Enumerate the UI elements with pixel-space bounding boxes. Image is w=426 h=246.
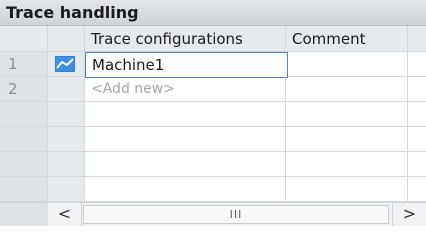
column-header-comment[interactable]: Comment bbox=[286, 26, 408, 52]
column-header-trace-configurations[interactable]: Trace configurations bbox=[85, 26, 286, 52]
filler-cell bbox=[408, 177, 426, 202]
grip-icon: III bbox=[229, 208, 243, 221]
trace-name-cell[interactable]: Machine1 bbox=[85, 52, 288, 78]
empty-cell bbox=[286, 152, 408, 177]
scrollbar-gutter bbox=[0, 202, 48, 226]
empty-row-header bbox=[0, 127, 48, 152]
row-icon-cell[interactable] bbox=[48, 52, 85, 77]
column-header-filler bbox=[408, 26, 426, 52]
filler-cell bbox=[408, 127, 426, 152]
comment-cell[interactable] bbox=[288, 52, 408, 77]
empty-cell bbox=[85, 102, 286, 127]
empty-cell bbox=[85, 177, 286, 202]
chevron-right-icon: > bbox=[402, 204, 417, 223]
trace-chart-icon bbox=[55, 56, 75, 72]
scroll-left-button[interactable]: < bbox=[48, 203, 82, 226]
panel-title-bar: Trace handling bbox=[0, 0, 426, 26]
comment-cell[interactable] bbox=[286, 77, 408, 102]
horizontal-scrollbar[interactable]: < III > bbox=[48, 202, 426, 226]
scrollbar-thumb[interactable]: III bbox=[83, 205, 389, 224]
empty-cell bbox=[85, 127, 286, 152]
empty-cell bbox=[286, 127, 408, 152]
row-icon-cell bbox=[48, 77, 85, 102]
trace-table: Trace configurations Comment 1 Machine1 … bbox=[0, 26, 426, 202]
empty-cell bbox=[85, 152, 286, 177]
empty-icon-cell bbox=[48, 177, 85, 202]
empty-row-header bbox=[0, 177, 48, 202]
filler-cell bbox=[408, 52, 426, 77]
corner-header bbox=[0, 26, 48, 52]
filler-cell bbox=[408, 77, 426, 102]
filler-cell bbox=[408, 102, 426, 127]
add-new-cell[interactable]: <Add new> bbox=[85, 77, 286, 102]
chevron-left-icon: < bbox=[57, 204, 72, 223]
filler-cell bbox=[408, 152, 426, 177]
panel-title: Trace handling bbox=[6, 3, 139, 22]
empty-icon-cell bbox=[48, 127, 85, 152]
row-number[interactable]: 2 bbox=[0, 77, 48, 102]
scroll-right-button[interactable]: > bbox=[392, 203, 426, 226]
empty-cell bbox=[286, 102, 408, 127]
empty-icon-cell bbox=[48, 152, 85, 177]
row-number[interactable]: 1 bbox=[0, 52, 48, 77]
icon-column-header bbox=[48, 26, 85, 52]
empty-row-header bbox=[0, 152, 48, 177]
empty-icon-cell bbox=[48, 102, 85, 127]
empty-row-header bbox=[0, 102, 48, 127]
bottom-strip bbox=[0, 226, 426, 246]
empty-cell bbox=[286, 177, 408, 202]
